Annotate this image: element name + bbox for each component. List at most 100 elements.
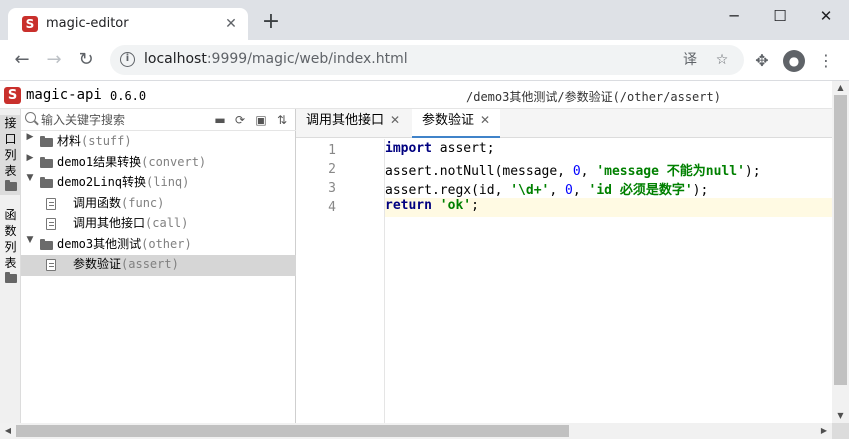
caret-down-icon[interactable]: ▼ xyxy=(25,173,35,183)
code-keyword: return xyxy=(385,198,432,213)
code-string: 'message 不能为null' xyxy=(596,164,745,179)
code-string: 'id 必须是数字' xyxy=(588,183,693,198)
rail-tab-char: 列 xyxy=(4,148,17,162)
code-text: , xyxy=(549,183,566,198)
back-button[interactable]: ← xyxy=(10,48,34,72)
close-tab-icon[interactable]: ✕ xyxy=(390,113,400,127)
scroll-right-arrow-icon[interactable]: ▶ xyxy=(816,423,832,439)
browser-tab-title: magic-editor xyxy=(46,16,129,31)
api-tree-panel: ▬ ⟳ ▣ ⇅ ▶ 材料(stuff) ▶ demo1结果转换(convert) ▼ de… xyxy=(21,109,296,423)
code-area[interactable]: import assert; assert.notNull(message, 0,… xyxy=(385,139,832,423)
profile-avatar-icon[interactable]: ● xyxy=(783,50,805,72)
tree-folder-row[interactable]: ▼ demo3其他测试(other) xyxy=(21,235,296,256)
tree-item-name: 材料 xyxy=(57,134,82,148)
minimize-window-button[interactable]: ─ xyxy=(711,4,757,28)
browser-tab[interactable]: S magic-editor ✕ xyxy=(8,8,248,40)
api-tree: ▶ 材料(stuff) ▶ demo1结果转换(convert) ▼ demo2Linq转… xyxy=(21,132,296,276)
code-string: '\d+' xyxy=(510,183,550,198)
code-text: assert; xyxy=(431,141,495,156)
refresh-icon[interactable]: ⟳ xyxy=(231,111,249,129)
new-folder-icon[interactable]: ▬ xyxy=(211,111,229,129)
code-text: , xyxy=(572,183,589,198)
horizontal-scrollbar[interactable]: ◀ ▶ xyxy=(0,423,832,439)
editor-tab-assert[interactable]: 参数验证 ✕ xyxy=(412,109,500,138)
tree-search-bar: ▬ ⟳ ▣ ⇅ xyxy=(21,109,296,131)
caret-right-icon[interactable]: ▶ xyxy=(25,132,35,142)
browser-toolbar: ← → ↻ i localhost:9999/magic/web/index.h… xyxy=(0,40,849,81)
code-text: assert.regx(id, xyxy=(385,183,511,198)
app-name: magic-api xyxy=(26,87,102,103)
collapse-all-icon[interactable]: ▣ xyxy=(252,111,270,129)
vertical-scrollbar[interactable]: ▲ ▼ xyxy=(832,81,849,423)
horizontal-scroll-thumb[interactable] xyxy=(16,425,569,437)
url-path: :9999/magic/web/index.html xyxy=(206,51,408,67)
tree-file-row[interactable]: 调用函数(func) xyxy=(21,194,296,215)
tree-item-label: 调用函数(func) xyxy=(73,194,164,211)
rail-tab-function-list[interactable]: 函 数 列 表 xyxy=(0,207,21,287)
code-text: ; xyxy=(471,198,479,213)
tree-item-name: demo1结果转换 xyxy=(57,154,142,169)
url-text[interactable]: localhost:9999/magic/web/index.html xyxy=(144,51,408,67)
scroll-down-arrow-icon[interactable]: ▼ xyxy=(832,409,849,423)
tree-item-path: (stuff) xyxy=(81,134,132,148)
translate-icon[interactable]: 译 xyxy=(680,50,700,70)
editor-tab-call[interactable]: 调用其他接口 ✕ xyxy=(296,109,410,138)
tree-item-path: (assert) xyxy=(121,257,179,271)
code-text: , xyxy=(580,164,597,179)
code-number: 0 xyxy=(565,183,573,198)
left-rail: 接 口 列 表 函 数 列 表 xyxy=(0,109,21,423)
file-icon xyxy=(46,259,56,271)
editor-tab-bar: 调用其他接口 ✕ 参数验证 ✕ xyxy=(296,109,832,138)
extensions-icon[interactable]: ✥ xyxy=(751,50,773,72)
rail-tab-char: 表 xyxy=(4,164,17,178)
tree-file-row[interactable]: 参数验证(assert) xyxy=(21,255,296,276)
search-icon xyxy=(25,112,36,123)
address-bar[interactable]: i localhost:9999/magic/web/index.html 译 … xyxy=(110,45,744,75)
editor-tab-label: 调用其他接口 xyxy=(306,113,385,128)
scroll-up-arrow-icon[interactable]: ▲ xyxy=(832,81,849,95)
tree-file-row[interactable]: 调用其他接口(call) xyxy=(21,214,296,235)
reload-button[interactable]: ↻ xyxy=(74,48,98,72)
tree-item-name: 调用函数 xyxy=(73,195,122,210)
code-line[interactable]: assert.regx(id, '\d+', 0, 'id 必须是数字'); xyxy=(385,179,832,198)
line-number: 1 xyxy=(328,143,336,158)
tree-item-label: demo1结果转换(convert) xyxy=(57,153,206,170)
code-editor: 调用其他接口 ✕ 参数验证 ✕ 1234 import assert; assert.… xyxy=(296,109,832,423)
caret-down-icon[interactable]: ▼ xyxy=(25,235,35,245)
current-api-path: /demo3其他测试/参数验证(/other/assert) xyxy=(466,90,721,104)
rail-tab-char: 接 xyxy=(4,116,17,130)
bookmark-star-icon[interactable]: ☆ xyxy=(712,50,732,70)
tree-item-name: 参数验证 xyxy=(73,257,122,271)
tree-search-input[interactable] xyxy=(41,111,201,128)
close-tab-icon[interactable]: ✕ xyxy=(480,113,490,127)
tree-item-label: demo2Linq转换(linq) xyxy=(57,173,189,190)
caret-right-icon[interactable]: ▶ xyxy=(25,153,35,163)
maximize-window-button[interactable]: ☐ xyxy=(757,4,803,28)
tree-folder-row[interactable]: ▶ 材料(stuff) xyxy=(21,132,296,153)
rail-tab-api-list[interactable]: 接 口 列 表 xyxy=(0,115,21,195)
vertical-scroll-thumb[interactable] xyxy=(834,95,847,385)
code-line[interactable]: assert.notNull(message, 0, 'message 不能为n… xyxy=(385,160,832,179)
tree-folder-row[interactable]: ▶ demo1结果转换(convert) xyxy=(21,153,296,174)
tree-item-path: (linq) xyxy=(146,175,190,189)
tree-item-label: demo3其他测试(other) xyxy=(57,235,192,252)
tree-folder-row[interactable]: ▼ demo2Linq转换(linq) xyxy=(21,173,296,194)
sort-icon[interactable]: ⇅ xyxy=(273,111,291,129)
file-icon xyxy=(46,197,56,210)
code-line[interactable]: return 'ok'; xyxy=(385,198,832,217)
browser-menu-icon[interactable]: ⋮ xyxy=(815,50,837,72)
close-window-button[interactable]: ✕ xyxy=(803,4,849,28)
rail-tab-char: 表 xyxy=(4,256,17,270)
tree-item-path: (call) xyxy=(145,216,189,230)
site-info-icon[interactable]: i xyxy=(120,52,135,67)
forward-button[interactable]: → xyxy=(42,48,66,72)
folder-icon xyxy=(40,136,53,147)
close-tab-icon[interactable]: ✕ xyxy=(222,15,240,33)
rail-tab-char: 口 xyxy=(4,132,17,146)
new-tab-button[interactable]: + xyxy=(260,11,282,34)
rail-tab-char: 数 xyxy=(4,224,17,238)
scroll-left-arrow-icon[interactable]: ◀ xyxy=(0,423,16,439)
folder-icon xyxy=(0,271,21,287)
code-line[interactable]: import assert; xyxy=(385,141,832,160)
